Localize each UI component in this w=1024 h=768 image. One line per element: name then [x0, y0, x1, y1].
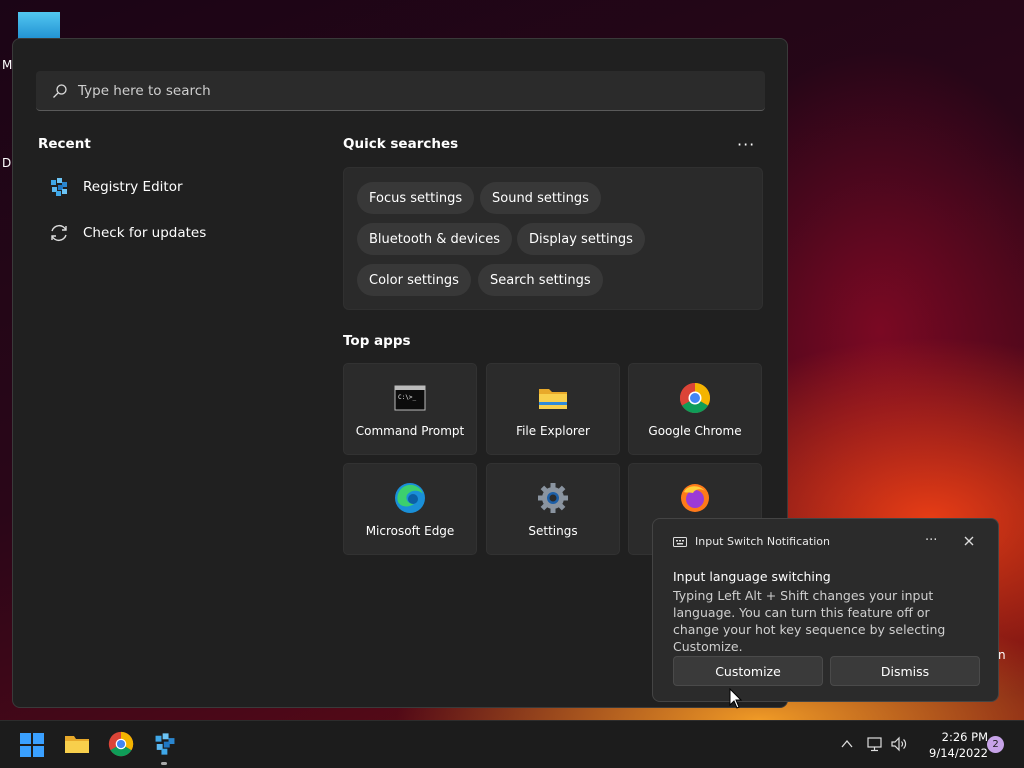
close-icon[interactable]	[961, 533, 977, 549]
tile-label: Microsoft Edge	[365, 524, 455, 538]
dismiss-button[interactable]: Dismiss	[830, 656, 980, 686]
tile-file-explorer[interactable]: File Explorer	[486, 363, 620, 455]
quick-searches-title: Quick searches	[343, 136, 459, 152]
notification-header: Input Switch Notification	[673, 535, 830, 548]
windows-start-icon[interactable]	[20, 733, 44, 757]
file-explorer-icon[interactable]	[64, 731, 90, 757]
tile-label: Google Chrome	[648, 424, 742, 438]
registry-editor-taskbar-icon[interactable]	[152, 731, 178, 757]
clock-time: 2:26 PM	[941, 730, 988, 744]
notification-body: Typing Left Alt + Shift changes your inp…	[673, 588, 946, 654]
tile-command-prompt[interactable]: C:\>_ Command Prompt	[343, 363, 477, 455]
recent-title: Recent	[38, 136, 91, 152]
tile-label: File Explorer	[516, 424, 590, 438]
top-apps-title: Top apps	[343, 333, 411, 349]
more-options-icon[interactable]: ···	[737, 135, 755, 154]
desktop-label-m: M	[2, 58, 13, 72]
customize-button[interactable]: Customize	[673, 656, 823, 686]
recent-item-check-for-updates[interactable]: Check for updates	[47, 218, 206, 248]
taskbar: 2:26 PM 9/14/2022 2	[0, 720, 1024, 768]
desktop-label-d: D	[2, 156, 12, 170]
network-icon[interactable]	[866, 735, 884, 753]
gear-icon	[538, 483, 568, 513]
chrome-taskbar-icon[interactable]	[108, 731, 134, 757]
recent-item-label: Check for updates	[83, 225, 207, 241]
tile-microsoft-edge[interactable]: Microsoft Edge	[343, 463, 477, 555]
edge-icon	[395, 483, 425, 513]
chip-focus-settings[interactable]: Focus settings	[357, 182, 475, 214]
notification-title: Input language switching	[673, 569, 831, 584]
notification-more-icon[interactable]: ···	[925, 533, 937, 548]
tile-google-chrome[interactable]: Google Chrome	[628, 363, 762, 455]
volume-icon[interactable]	[890, 735, 908, 753]
clock[interactable]: 2:26 PM 9/14/2022	[912, 729, 988, 761]
quick-searches-panel: Focus settings Sound settings Bluetooth …	[343, 167, 763, 310]
registry-editor-icon	[47, 175, 71, 199]
chip-color-settings[interactable]: Color settings	[357, 264, 471, 296]
keyboard-icon	[673, 536, 687, 547]
chip-bluetooth-devices[interactable]: Bluetooth & devices	[357, 223, 512, 255]
mouse-cursor-icon	[729, 688, 743, 709]
refresh-icon	[47, 221, 71, 245]
command-prompt-icon: C:\>_	[394, 385, 426, 411]
running-indicator	[161, 762, 167, 765]
chrome-icon	[679, 383, 711, 414]
chip-display-settings[interactable]: Display settings	[517, 223, 645, 255]
desktop-label-n: n	[998, 648, 1006, 662]
chip-sound-settings[interactable]: Sound settings	[480, 182, 601, 214]
input-switch-notification: Input Switch Notification ··· Input lang…	[652, 518, 999, 702]
chip-search-settings[interactable]: Search settings	[478, 264, 603, 296]
tile-settings[interactable]: Settings	[486, 463, 620, 555]
folder-icon	[539, 389, 567, 409]
notification-count-badge[interactable]: 2	[987, 736, 1004, 753]
notification-app-name: Input Switch Notification	[695, 535, 830, 548]
search-box[interactable]: Type here to search	[36, 71, 765, 111]
tile-label: Command Prompt	[355, 424, 465, 438]
tile-label: Settings	[528, 524, 578, 538]
recent-item-label: Registry Editor	[83, 179, 183, 195]
clock-date: 9/14/2022	[929, 746, 988, 760]
recent-item-registry-editor[interactable]: Registry Editor	[47, 172, 183, 202]
search-placeholder: Type here to search	[78, 82, 211, 99]
search-icon	[53, 83, 67, 98]
svg-text:C:\>_: C:\>_	[398, 394, 416, 401]
chevron-up-icon[interactable]	[840, 738, 854, 750]
firefox-icon	[681, 484, 709, 512]
